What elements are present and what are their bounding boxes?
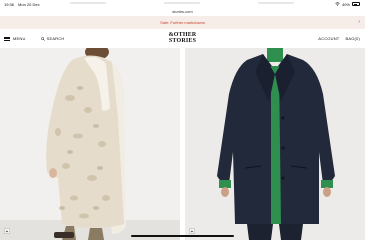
tab-grabber[interactable] xyxy=(258,2,294,4)
site-logo[interactable]: &OTHER STORIES xyxy=(0,32,365,44)
promo-banner[interactable]: Sale: Further markdowns › xyxy=(0,16,365,29)
add-to-wishlist-button-right[interactable]: + xyxy=(189,228,195,235)
status-time: 19:36 xyxy=(4,2,15,7)
battery-percent: 40% xyxy=(341,1,350,7)
product-image-navy-coat[interactable] xyxy=(185,48,365,240)
status-date: Mon 20 Dec xyxy=(18,2,40,7)
account-link[interactable]: ACCOUNT xyxy=(318,36,339,41)
ipad-browser-screen: 19:36 Mon 20 Dec 40% stories.com Sale: F… xyxy=(0,0,365,240)
site-header: MENU SEARCH &OTHER STORIES ACCOUNT BAG(0… xyxy=(0,29,365,48)
product-card-left[interactable]: + xyxy=(0,48,180,240)
tab-grabber[interactable] xyxy=(164,2,200,4)
tab-grabber[interactable] xyxy=(70,2,106,4)
promo-text[interactable]: Sale: Further markdowns xyxy=(0,20,365,25)
home-indicator[interactable] xyxy=(131,235,234,237)
add-to-wishlist-button-left[interactable]: + xyxy=(4,228,10,235)
browser-url-bar[interactable]: stories.com xyxy=(0,8,365,16)
url-text[interactable]: stories.com xyxy=(0,9,365,14)
bag-link[interactable]: BAG(0) xyxy=(345,36,360,41)
product-image-cream-coat[interactable] xyxy=(0,48,180,240)
logo-line-2[interactable]: STORIES xyxy=(0,38,365,44)
status-bar: 19:36 Mon 20 Dec 40% xyxy=(0,0,365,8)
battery-icon xyxy=(352,2,360,6)
wifi-icon xyxy=(335,2,340,6)
product-card-right[interactable]: + xyxy=(185,48,365,240)
chevron-right-icon[interactable]: › xyxy=(358,19,360,25)
